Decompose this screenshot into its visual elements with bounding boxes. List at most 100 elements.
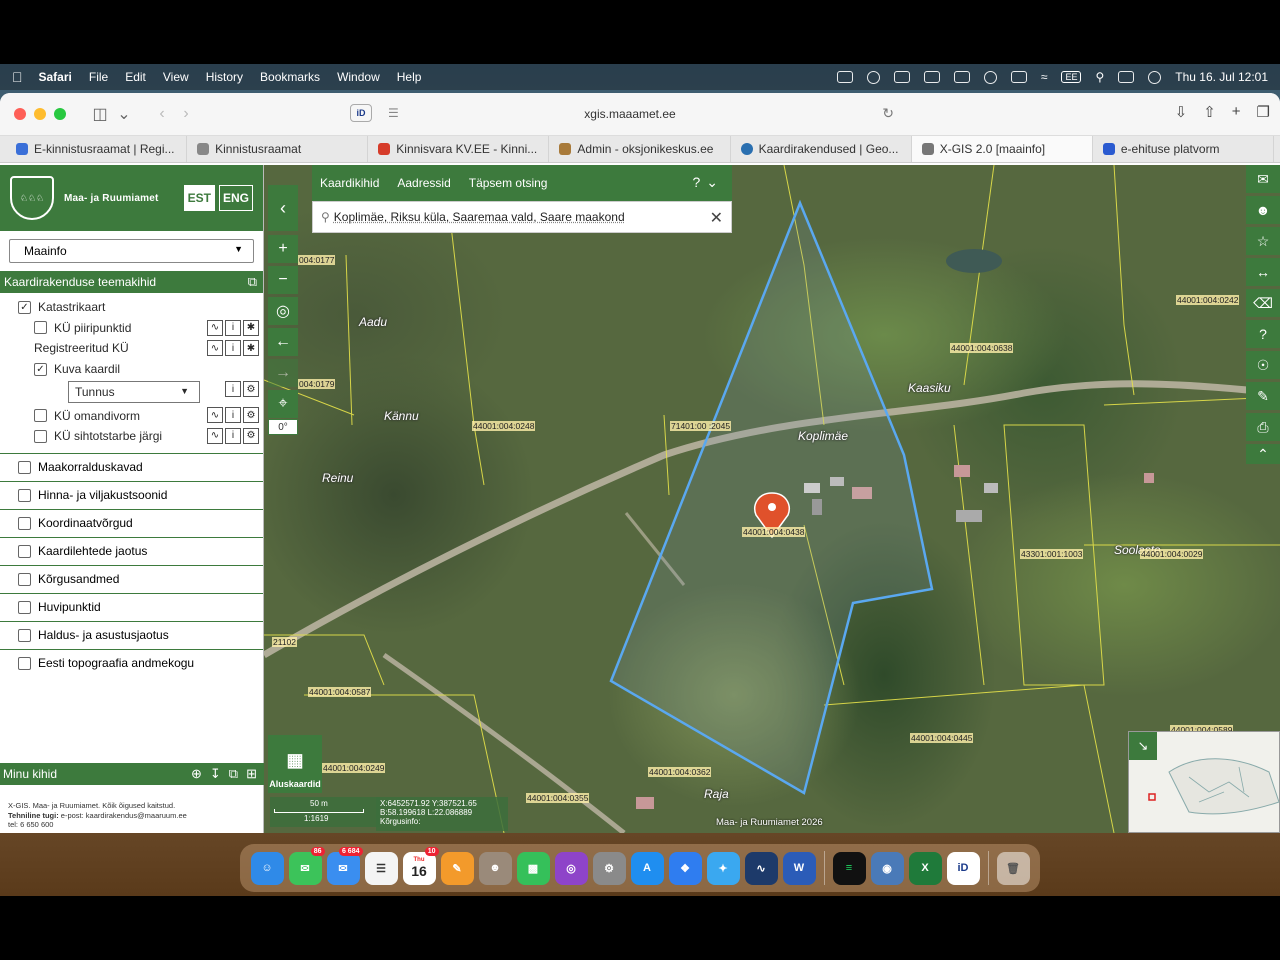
checkbox-checked[interactable]: ✓	[34, 362, 47, 376]
safari-icon[interactable]: ✦	[706, 851, 740, 885]
group-huvipunktid[interactable]: Huvipunktid	[0, 592, 263, 621]
parcel-label[interactable]: 44001:004:0362	[648, 767, 712, 777]
group-kaardilehtede-jaotus[interactable]: Kaardilehtede jaotus	[0, 536, 263, 565]
close-window-button[interactable]	[14, 108, 26, 120]
ruler-icon[interactable]: ✎	[1246, 382, 1280, 410]
tab-aadressid[interactable]: Aadressid	[397, 176, 450, 190]
layers-icon[interactable]: ⧉	[229, 766, 238, 782]
tab-tapsem-otsing[interactable]: Täpsem otsing	[469, 176, 548, 190]
label-select[interactable]: Tunnus ▼	[68, 381, 200, 404]
checkbox[interactable]	[34, 321, 47, 335]
spotlight-icon[interactable]: ⚲	[1095, 70, 1104, 84]
clear-search-icon[interactable]: ✕	[710, 208, 723, 228]
address-search-input[interactable]: ⚲ Koplimäe, Riksu küla, Saaremaa vald, S…	[312, 201, 732, 233]
tab-kaardikihid[interactable]: Kaardikihid	[320, 176, 379, 190]
basemaps-button[interactable]: ▦ Aluskaardid	[268, 735, 322, 793]
overview-map[interactable]: ↘	[1128, 731, 1280, 833]
swap-icon[interactable]: ↔	[1246, 258, 1280, 286]
id-extension-icon[interactable]: iD	[350, 104, 372, 122]
legend-icon[interactable]: ∿	[207, 319, 223, 336]
legend-icon[interactable]: ∿	[207, 340, 223, 357]
legend-icon[interactable]: ∿	[207, 427, 223, 444]
checkbox[interactable]	[18, 544, 31, 558]
status-play-icon[interactable]	[983, 70, 997, 84]
status-app-icon[interactable]	[836, 71, 853, 83]
layer-kuva-kaardil[interactable]: ✓ Kuva kaardil	[0, 359, 263, 380]
group-topograafia[interactable]: Eesti topograafia andmekogu	[0, 648, 263, 677]
trash-icon[interactable]: 🗑	[996, 851, 1030, 885]
share-icon[interactable]: ⇧	[1203, 103, 1216, 121]
settings-icon[interactable]: ⚙	[243, 427, 259, 444]
utility-app-icon[interactable]: ◉	[870, 851, 904, 885]
compass-icon[interactable]: ⌖	[268, 390, 298, 418]
new-tab-icon[interactable]: +	[1232, 103, 1241, 121]
chevron-up-icon[interactable]: ⌃	[1246, 444, 1280, 464]
group-koordinaatvorgud[interactable]: Koordinaatvõrgud	[0, 508, 263, 537]
downloads-icon[interactable]: ⇩	[1175, 103, 1188, 121]
parcel-label[interactable]: 71401:00 :2045	[670, 421, 732, 431]
status-notification-icon[interactable]	[923, 71, 940, 83]
chevron-down-icon[interactable]: ⌄	[112, 103, 136, 125]
eraser-icon[interactable]: ⌫	[1246, 289, 1280, 317]
settings-icon[interactable]: ✱	[243, 319, 259, 336]
menu-help[interactable]: Help	[397, 70, 422, 84]
parcel-label[interactable]: 44001:004:0355	[526, 793, 590, 803]
parcel-label[interactable]: 44001:004:0242	[1176, 295, 1240, 305]
info-icon[interactable]: i	[225, 427, 241, 444]
dropbox-icon[interactable]: ❖	[668, 851, 702, 885]
download-icon[interactable]: ↧	[210, 766, 221, 782]
settings-icon[interactable]: ⚙	[243, 381, 259, 398]
tab-kinnistusraamat[interactable]: Kinnistusraamat	[187, 136, 369, 162]
settings-icon[interactable]: ⚙	[243, 407, 259, 424]
podcasts-icon[interactable]: ◎	[554, 851, 588, 885]
expand-overview-icon[interactable]: ↘	[1129, 732, 1157, 760]
map-view[interactable]: Aadu Kännu Reinu Kaasiku Koplimäe Raja S…	[264, 165, 1280, 833]
feedback-icon[interactable]: ✉	[1246, 165, 1280, 193]
back-extent-icon[interactable]: ←	[268, 328, 298, 356]
page-menu-icon[interactable]: ☰	[388, 106, 399, 120]
calendar-icon[interactable]: Thu 16 10	[402, 846, 439, 885]
messages-icon[interactable]: ✉ 86	[288, 846, 325, 885]
settings-icon[interactable]: ✱	[243, 340, 259, 357]
pages-icon[interactable]: ✎	[440, 851, 474, 885]
menu-history[interactable]: History	[206, 70, 243, 84]
checkbox-checked[interactable]: ✓	[18, 300, 31, 314]
group-hinna-viljakus[interactable]: Hinna- ja viljakustsoonid	[0, 480, 263, 509]
tab-e-ehitus[interactable]: e-ehituse platvorm	[1093, 136, 1274, 162]
locate-icon[interactable]: ⊕	[191, 766, 202, 782]
reload-icon[interactable]: ↻	[882, 105, 894, 122]
parcel-label[interactable]: 004:0179	[298, 379, 336, 389]
my-layers-header[interactable]: Minu kihid ⊕ ↧ ⧉ ⊞	[0, 763, 264, 785]
tab-overview-icon[interactable]: ❐	[1257, 103, 1270, 121]
control-center-icon[interactable]	[1118, 71, 1135, 83]
address-bar[interactable]: iD ☰ xgis.maaamet.ee ↻	[350, 101, 910, 127]
input-source[interactable]: EE	[1061, 71, 1082, 83]
info-icon[interactable]: i	[225, 319, 241, 336]
checkbox[interactable]	[34, 429, 47, 443]
parcel-label[interactable]: 43301:001:1003	[1020, 549, 1084, 559]
activity-monitor-icon[interactable]: ∿	[744, 851, 778, 885]
print-icon[interactable]: ⎙	[1246, 413, 1280, 441]
menu-window[interactable]: Window	[337, 70, 380, 84]
mail-icon[interactable]: ✉ 6 684	[326, 846, 363, 885]
checkbox[interactable]	[18, 488, 31, 502]
forward-extent-icon[interactable]: →	[268, 359, 298, 387]
marker-icon[interactable]: ☉	[1246, 351, 1280, 379]
layer-piiripunktid[interactable]: KÜ piiripunktid ∿ i ✱	[0, 318, 263, 339]
zoom-window-button[interactable]	[54, 108, 66, 120]
menu-file[interactable]: File	[89, 70, 108, 84]
system-settings-icon[interactable]: ⚙	[592, 851, 626, 885]
excel-icon[interactable]: X	[908, 851, 942, 885]
siri-icon[interactable]	[1148, 70, 1162, 84]
section-header[interactable]: Kaardirakenduse teemakihid ⧉	[0, 271, 263, 293]
tab-kv-ee[interactable]: Kinnisvara KV.EE - Kinni...	[368, 136, 550, 162]
parcel-label[interactable]: 44001:004:0445	[910, 733, 974, 743]
tab-kaardirakendused[interactable]: Kaardirakendused | Geo...	[731, 136, 912, 162]
layer-sihtotstarve[interactable]: KÜ sihtotstarbe järgi ∿ i ⚙	[0, 426, 263, 447]
add-icon[interactable]: ⊞	[246, 766, 257, 782]
battery-icon[interactable]	[1010, 71, 1027, 83]
group-haldusjaotus[interactable]: Haldus- ja asustusjaotus	[0, 620, 263, 649]
checkbox[interactable]	[18, 460, 31, 474]
help-and-collapse-icon[interactable]: ?⌄	[692, 174, 724, 191]
lang-eng-button[interactable]: ENG	[218, 185, 253, 211]
